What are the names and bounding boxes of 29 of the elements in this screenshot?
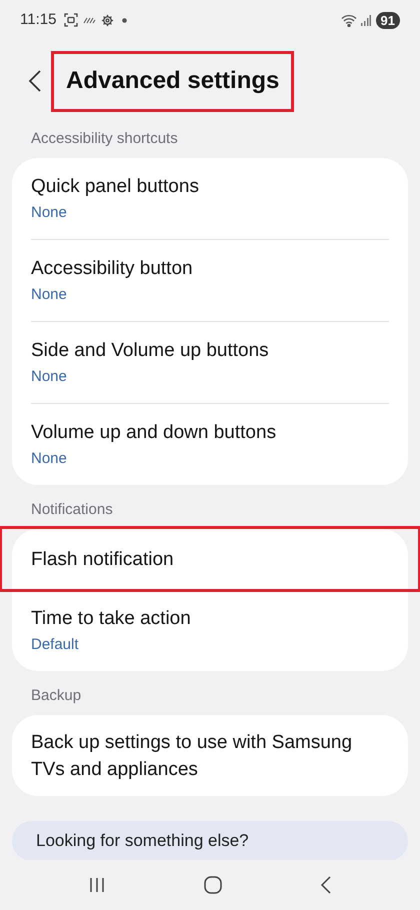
signal-icon [360, 14, 371, 26]
screenshot-icon [64, 13, 78, 27]
back-icon[interactable] [28, 70, 42, 92]
setting-value: None [31, 284, 68, 305]
battery-indicator: 91 [376, 12, 400, 28]
suggestion-title: Looking for something else? [36, 830, 249, 852]
section-label: Accessibility shortcuts [31, 128, 178, 148]
setting-value: None [31, 202, 68, 223]
setting-title[interactable]: Time to take action [31, 604, 389, 632]
wifi-icon [340, 14, 358, 26]
section-label: Backup [31, 686, 82, 706]
setting-value: None [31, 366, 68, 387]
settings-icon [101, 14, 114, 26]
status-time: 11:15 [20, 10, 56, 30]
page-title: Advanced settings [66, 66, 280, 96]
setting-value: Default [31, 634, 80, 655]
home-icon[interactable] [202, 875, 223, 895]
back-nav-icon[interactable] [320, 876, 332, 894]
setting-title[interactable]: Quick panel buttons [31, 172, 389, 200]
signal-off-icon [83, 15, 96, 25]
setting-title[interactable]: Side and Volume up buttons [31, 336, 389, 364]
setting-title[interactable]: Volume up and down buttons [31, 418, 389, 446]
setting-title[interactable]: Flash notification [31, 546, 389, 572]
setting-title[interactable]: Accessibility button [31, 254, 389, 282]
setting-title[interactable]: Back up settings to use with Samsung TVs and appliances [31, 728, 389, 782]
dot-icon [122, 18, 128, 22]
recent-apps-icon[interactable] [88, 877, 106, 893]
section-label: Notifications [31, 500, 113, 520]
setting-value: None [31, 448, 68, 469]
